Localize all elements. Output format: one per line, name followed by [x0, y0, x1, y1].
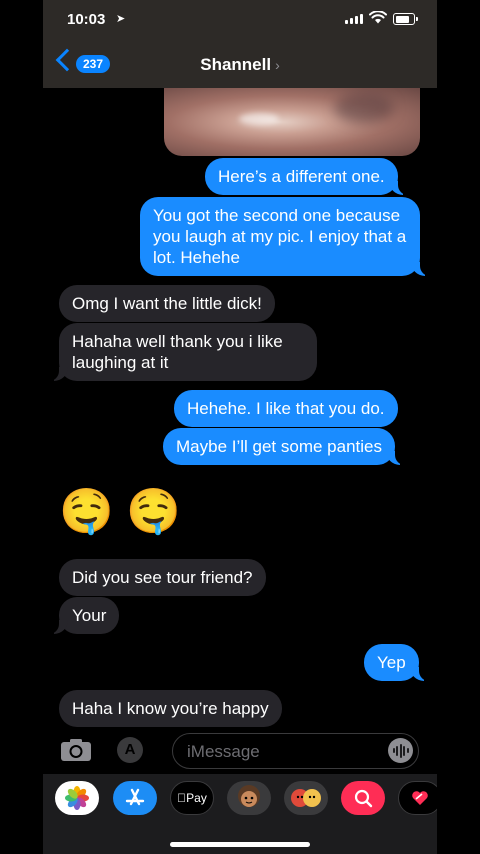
image-search-app[interactable]	[341, 781, 385, 815]
wifi-icon	[369, 11, 387, 24]
app-drawer: Pay	[43, 774, 437, 854]
emoji-message[interactable]: 🤤 🤤	[59, 487, 181, 537]
home-indicator[interactable]	[170, 842, 310, 847]
compose-bar: A iMessage	[43, 728, 437, 774]
memoji-stickers-icon	[291, 789, 321, 807]
navigation-bar: 10:03 ➤ 237 Shannell ›	[43, 0, 437, 88]
battery-icon	[393, 13, 418, 25]
image-search-icon	[354, 789, 373, 808]
location-arrow-icon: ➤	[116, 13, 126, 25]
message-bubble-outgoing[interactable]: Maybe I’ll get some panties	[163, 428, 407, 465]
chevron-right-icon: ›	[275, 57, 280, 73]
message-bubble-outgoing[interactable]: Here’s a different one.	[205, 158, 410, 195]
digital-touch-icon	[412, 791, 428, 805]
message-bubble-outgoing[interactable]: Hehehe. I like that you do.	[174, 390, 398, 427]
camera-icon[interactable]	[60, 738, 92, 762]
message-bubble-outgoing[interactable]: You got the second one because you laugh…	[140, 197, 432, 276]
photos-icon	[65, 786, 89, 810]
app-store-button[interactable]: A	[117, 737, 143, 763]
digital-touch-app[interactable]	[398, 781, 437, 815]
audio-message-icon[interactable]	[388, 738, 413, 763]
message-bubble-incoming[interactable]: Haha I know you’re happy	[59, 690, 282, 727]
message-input-placeholder: iMessage	[187, 742, 260, 761]
memoji-stickers-app[interactable]	[284, 781, 328, 815]
message-bubble-incoming[interactable]: Your	[46, 597, 120, 634]
photo-attachment[interactable]	[164, 88, 420, 156]
photos-app[interactable]	[55, 781, 99, 815]
apple-pay-label: Pay	[181, 791, 207, 805]
message-bubble-outgoing[interactable]: Yep	[364, 644, 431, 681]
memoji-icon	[238, 785, 260, 807]
memoji-app[interactable]	[227, 781, 271, 815]
message-bubble-incoming[interactable]: Omg I want the little dick!	[59, 285, 275, 322]
apple-pay-icon: Pay	[177, 791, 207, 805]
contact-name[interactable]: Shannell ›	[43, 55, 437, 75]
contact-name-text[interactable]: Shannell	[200, 55, 271, 74]
app-store-icon: A	[124, 741, 136, 758]
apple-pay-app[interactable]: Pay	[170, 781, 214, 815]
app-store-icon	[125, 788, 145, 806]
message-input[interactable]: iMessage	[172, 733, 419, 769]
message-bubble-incoming[interactable]: Did you see tour friend?	[59, 559, 266, 596]
message-bubble-incoming[interactable]: Hahaha well thank you i like laughing at…	[47, 323, 317, 381]
messages-screen: Here’s a different one. You got the seco…	[43, 0, 437, 854]
app-store-app[interactable]	[113, 781, 157, 815]
cellular-signal-icon	[345, 14, 363, 24]
status-time: 10:03	[67, 11, 106, 28]
